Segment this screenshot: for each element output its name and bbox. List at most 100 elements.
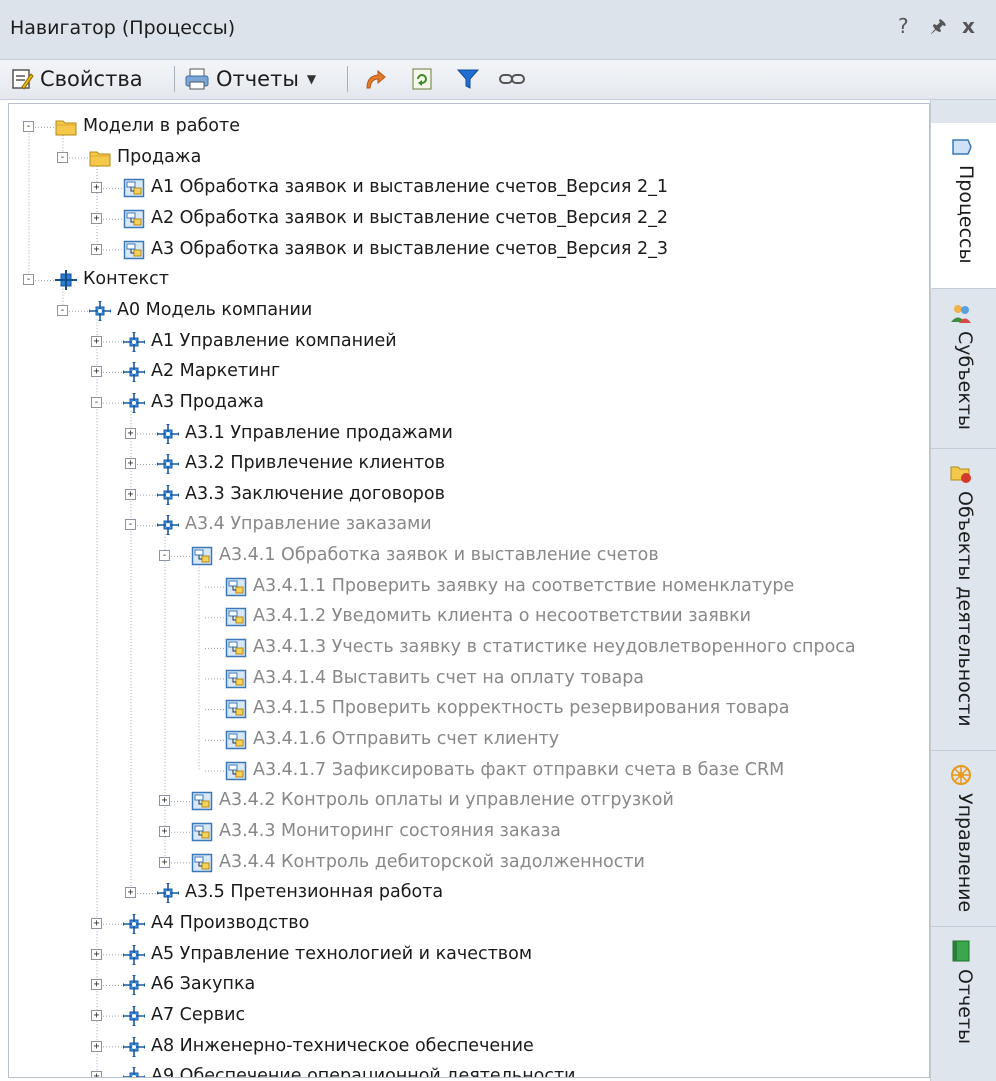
collapse-toggle-icon[interactable]: - [125, 519, 136, 531]
reports-tab-icon [952, 940, 970, 962]
tree-node[interactable]: + A3.5 Претензионная работа [9, 878, 929, 908]
tree-node[interactable]: + A4 Производство [9, 909, 929, 939]
tree-node[interactable]: + A3.4.3 Мониторинг состояния заказа [9, 817, 929, 847]
navigate-button[interactable] [362, 64, 388, 94]
redirect-arrow-icon [366, 69, 386, 89]
process-icon [191, 791, 213, 811]
tree-node[interactable]: + A3.2 Привлечение клиентов [9, 449, 929, 479]
function-icon [122, 1035, 146, 1058]
collapse-toggle-icon[interactable]: - [57, 304, 68, 316]
tree-node[interactable]: + A3 Обработка заявок и выставление счето… [9, 235, 929, 265]
management-tab-icon [951, 765, 971, 785]
tree-node[interactable]: + A2 Обработка заявок и выставление счето… [9, 204, 929, 234]
tree-node[interactable]: A3.4.1.3 Учесть заявку в статистике неуд… [9, 633, 929, 663]
collapse-toggle-icon[interactable]: - [23, 121, 34, 132]
side-tab-strip: Процессы Субъекты Объекты деятельности У… [930, 100, 996, 1081]
tab-activity-objects[interactable]: Объекты деятельности [931, 449, 996, 751]
tree-node[interactable]: - A3.4.1 Обработка заявок и выставление с… [9, 541, 929, 571]
collapse-toggle-icon[interactable]: - [23, 274, 34, 286]
tab-reports[interactable]: Отчеты [931, 927, 996, 1081]
expand-toggle-icon[interactable]: + [91, 212, 102, 224]
process-icon [123, 209, 145, 229]
tree-node-label: A0 Модель компании [117, 299, 313, 320]
tree-node[interactable]: - Продажа [9, 143, 929, 173]
tree-node[interactable]: + A3.3 Заключение договоров [9, 480, 929, 510]
tree-node[interactable]: + A2 Маркетинг [9, 357, 929, 387]
expand-toggle-icon[interactable]: + [91, 979, 102, 991]
expand-toggle-icon[interactable]: + [159, 795, 170, 807]
expand-toggle-icon[interactable]: + [125, 488, 136, 500]
tab-reports-label: Отчеты [954, 969, 976, 1045]
tree-node[interactable]: A3.4.1.4 Выставить счет на оплату товара [9, 664, 929, 694]
function-icon [122, 912, 146, 935]
collapse-toggle-icon[interactable]: - [159, 550, 170, 562]
expand-toggle-icon[interactable]: + [91, 182, 102, 194]
expand-toggle-icon[interactable]: + [125, 427, 136, 439]
tree-node[interactable]: A3.4.1.2 Уведомить клиента о несоответст… [9, 602, 929, 632]
filter-button[interactable] [456, 64, 480, 94]
process-icon [225, 577, 247, 597]
tree-node-label: A3.1 Управление продажами [185, 422, 453, 443]
close-button[interactable]: x [962, 14, 975, 38]
tree-node-label: Модели в работе [83, 116, 240, 136]
tree-node[interactable]: + A3.4.2 Контроль оплаты и управление отг… [9, 786, 929, 816]
expand-toggle-icon[interactable]: + [91, 1040, 102, 1052]
expand-toggle-icon[interactable]: + [91, 1009, 102, 1021]
tree-node[interactable]: A3.4.1.7 Зафиксировать факт отправки сче… [9, 756, 929, 786]
tree-node[interactable]: - A0 Модель компании [9, 296, 929, 326]
reports-button[interactable]: Отчеты ▼ [184, 64, 316, 94]
expand-toggle-icon[interactable]: + [91, 243, 102, 255]
tree-node[interactable]: + A3.1 Управление продажами [9, 419, 929, 449]
tree-node-label: A2 Маркетинг [151, 361, 281, 382]
tab-management[interactable]: Управление [931, 751, 996, 927]
pin-button[interactable]: 🖈 [930, 14, 947, 44]
tree-node-label: Контекст [83, 269, 169, 290]
tab-processes[interactable]: Процессы [931, 123, 996, 289]
tree-node[interactable]: A3.4.1.5 Проверить корректность резервир… [9, 694, 929, 724]
function-icon [156, 453, 180, 476]
tree-node[interactable]: + A9 Обеспечение операционной деятельност… [9, 1062, 929, 1077]
tree-node[interactable]: + A1 Обработка заявок и выставление счето… [9, 173, 929, 203]
tree-node[interactable]: - A3.4 Управление заказами [9, 510, 929, 540]
expand-toggle-icon[interactable]: + [91, 1071, 102, 1077]
tree-node-label: A3.4.2 Контроль оплаты и управление отгр… [219, 790, 674, 811]
tree-node-label: A3.4 Управление заказами [185, 514, 432, 535]
expand-toggle-icon[interactable]: + [91, 917, 102, 929]
tree-node-label: A2 Обработка заявок и выставление счетов… [151, 207, 669, 228]
expand-toggle-icon[interactable]: + [159, 825, 170, 837]
tree-node-label: A4 Производство [151, 912, 310, 933]
tree-node[interactable]: - Контекст [9, 265, 929, 295]
tree-node[interactable]: - Модели в работе [9, 112, 929, 142]
tree-node[interactable]: A3.4.1.1 Проверить заявку на соответстви… [9, 572, 929, 602]
refresh-button[interactable] [410, 64, 434, 94]
expand-toggle-icon[interactable]: + [125, 458, 136, 470]
tree-node-label: A3.4.1.2 Уведомить клиента о несоответст… [253, 606, 752, 627]
process-icon [191, 853, 213, 873]
collapse-toggle-icon[interactable]: - [91, 396, 102, 408]
tree-node[interactable]: + A1 Управление компанией [9, 327, 929, 357]
collapse-toggle-icon[interactable]: - [57, 151, 68, 163]
function-icon [122, 330, 146, 353]
printer-icon [185, 68, 209, 90]
tree-node[interactable]: + A8 Инженерно-техническое обеспечение [9, 1032, 929, 1062]
properties-button[interactable]: Свойства [10, 64, 143, 94]
expand-toggle-icon[interactable]: + [91, 366, 102, 378]
tree-node-label: A3.4.1.6 Отправить счет клиенту [253, 729, 560, 749]
expand-toggle-icon[interactable]: + [125, 887, 136, 899]
expand-toggle-icon[interactable]: + [159, 856, 170, 868]
expand-toggle-icon[interactable]: + [91, 335, 102, 347]
chevron-down-icon: ▼ [306, 72, 317, 86]
function-icon [156, 882, 180, 905]
tree-node[interactable]: A3.4.1.6 Отправить счет клиенту [9, 725, 929, 755]
tree-node[interactable]: + A5 Управление технологией и качеством [9, 940, 929, 970]
tab-subjects[interactable]: Субъекты [931, 289, 996, 449]
help-button[interactable]: ? [898, 14, 909, 38]
tree-node[interactable]: - A3 Продажа [9, 388, 929, 418]
tree-node[interactable]: + A7 Сервис [9, 1001, 929, 1031]
process-icon [225, 638, 247, 658]
tree-node[interactable]: + A6 Закупка [9, 970, 929, 1000]
link-button[interactable] [498, 64, 526, 94]
tree-node[interactable]: + A3.4.4 Контроль дебиторской задолженнос… [9, 848, 929, 878]
toolbar: Свойства Отчеты ▼ [0, 60, 996, 100]
expand-toggle-icon[interactable]: + [91, 948, 102, 960]
